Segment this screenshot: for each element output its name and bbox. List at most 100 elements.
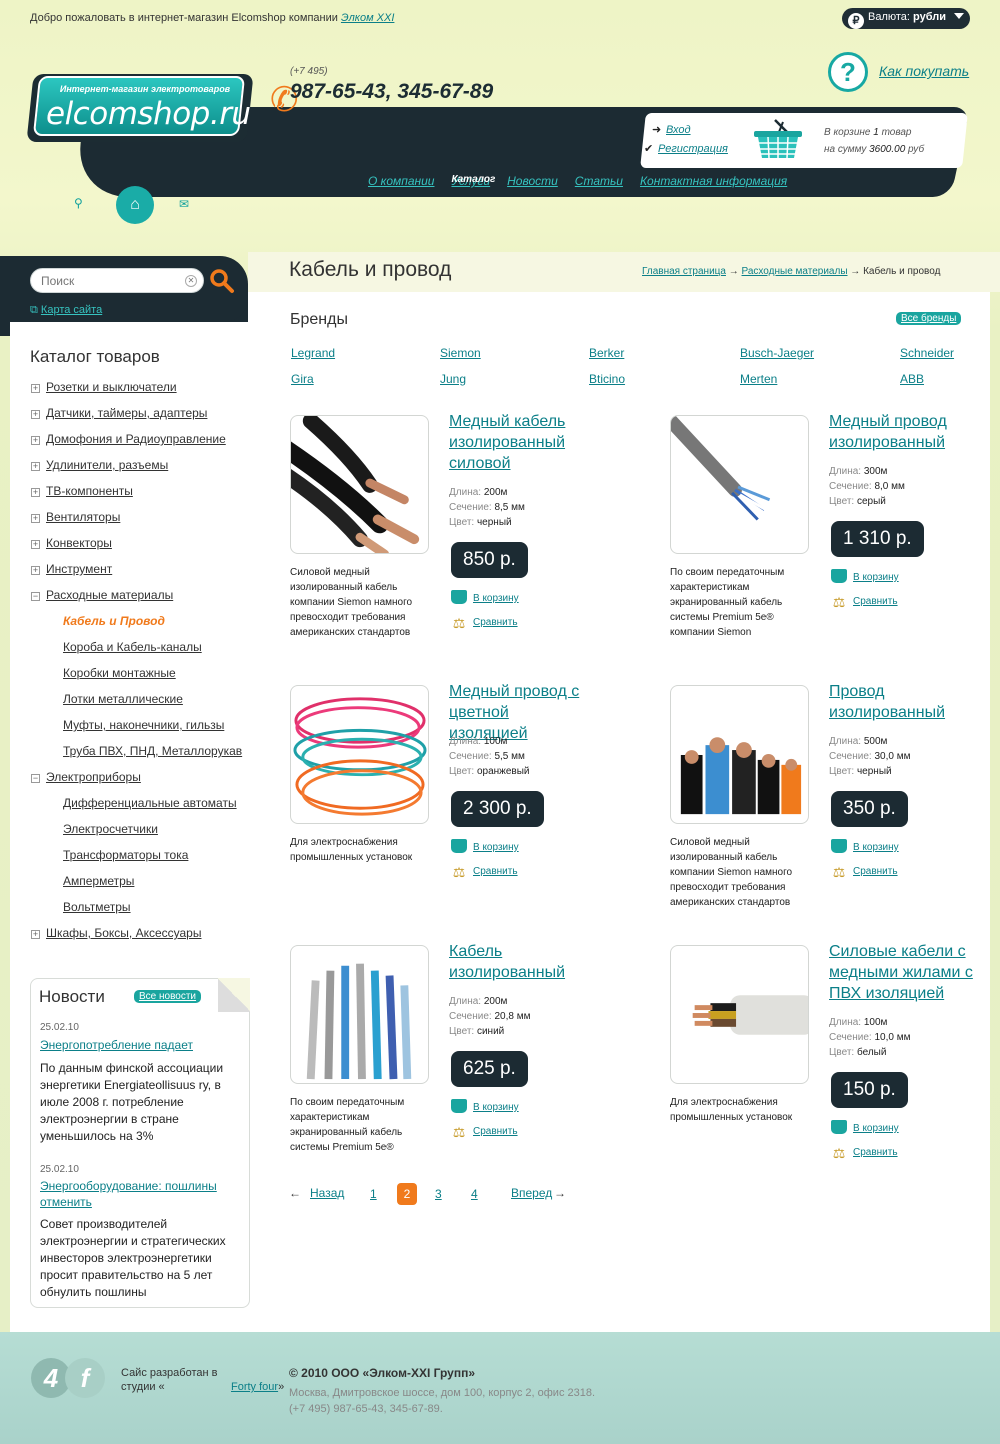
compare-link[interactable]: Сравнить [473, 866, 518, 877]
sidebar-item-label[interactable]: ТВ-компоненты [46, 484, 133, 498]
nav-catalog[interactable]: Каталог [451, 174, 495, 185]
sidebar-item[interactable]: + ТВ-компоненты [31, 484, 133, 498]
expand-icon[interactable]: + [31, 514, 40, 523]
sidebar-item[interactable]: Трансформаторы тока [63, 848, 188, 862]
pager-prev[interactable]: Назад [310, 1186, 344, 1200]
product-title[interactable]: Силовые кабели с медными жилами с ПВХ из… [829, 941, 979, 1004]
all-news-link[interactable]: Все новости [139, 991, 196, 1002]
sidebar-item[interactable]: − Расходные материалы [31, 588, 173, 602]
home-icon[interactable]: ⌂ [116, 186, 154, 224]
logo-name[interactable]: elcomshop.ru [46, 96, 251, 132]
nav-about[interactable]: О компании [368, 174, 434, 188]
add-to-cart-button[interactable]: В корзину [451, 839, 519, 853]
basket-icon[interactable] [753, 118, 803, 160]
product-title[interactable]: Провод изолированный [829, 681, 969, 723]
product-image[interactable] [290, 685, 429, 824]
collapse-icon[interactable]: − [31, 592, 40, 601]
sidebar-item[interactable]: Труба ПВХ, ПНД, Металлорукав [63, 744, 242, 758]
add-to-cart-link[interactable]: В корзину [473, 1102, 519, 1113]
brand-link[interactable]: Berker [589, 346, 624, 360]
nav-contacts[interactable]: Контактная информация [640, 174, 787, 188]
brand-link[interactable]: ABB [900, 372, 924, 386]
product-title[interactable]: Кабель изолированный [449, 941, 589, 983]
sidebar-item-label[interactable]: Кабель и Провод [63, 614, 165, 628]
sidebar-item-label[interactable]: Расходные материалы [46, 588, 173, 602]
brand-link[interactable]: Jung [440, 372, 466, 386]
product-image[interactable] [290, 415, 429, 554]
brand-link[interactable]: Legrand [291, 346, 335, 360]
sidebar-item[interactable]: Лотки металлические [63, 692, 183, 706]
sidebar-item[interactable]: + Конвекторы [31, 536, 112, 550]
add-to-cart-button[interactable]: В корзину [831, 1120, 899, 1134]
compare-button[interactable]: ⚖ Сравнить [831, 1146, 898, 1160]
sidebar-item-label[interactable]: Электросчетчики [63, 822, 158, 836]
help-icon[interactable]: ? [828, 52, 868, 92]
mail-icon[interactable]: ✉ [179, 197, 189, 211]
add-to-cart-button[interactable]: В корзину [831, 839, 899, 853]
sidebar-item[interactable]: Амперметры [63, 874, 134, 888]
sitemap-link[interactable]: Карта сайта [41, 304, 102, 316]
breadcrumb-consumables[interactable]: Расходные материалы [742, 266, 848, 277]
add-to-cart-button[interactable]: В корзину [451, 1099, 519, 1113]
sidebar-item-label[interactable]: Вольтметры [63, 900, 131, 914]
clear-icon[interactable]: ✕ [185, 275, 197, 287]
sidebar-item[interactable]: Муфты, наконечники, гильзы [63, 718, 224, 732]
sidebar-item[interactable]: Электросчетчики [63, 822, 158, 836]
brand-link[interactable]: Busch-Jaeger [740, 346, 814, 360]
sidebar-item[interactable]: + Домофония и Радиоуправление [31, 432, 226, 446]
sidebar-item-label[interactable]: Амперметры [63, 874, 134, 888]
search-button[interactable] [209, 268, 235, 294]
sidebar-item-label[interactable]: Шкафы, Боксы, Аксессуары [46, 926, 201, 940]
expand-icon[interactable]: + [31, 462, 40, 471]
sidebar-item-label[interactable]: Вентиляторы [46, 510, 120, 524]
add-to-cart-link[interactable]: В корзину [473, 593, 519, 604]
compare-link[interactable]: Сравнить [853, 1147, 898, 1158]
expand-icon[interactable]: + [31, 540, 40, 549]
compare-button[interactable]: ⚖ Сравнить [451, 616, 518, 630]
add-to-cart-button[interactable]: В корзину [451, 590, 519, 604]
sidebar-item-label[interactable]: Датчики, таймеры, адаптеры [46, 406, 207, 420]
sidebar-item-label[interactable]: Короба и Кабель-каналы [63, 640, 202, 654]
expand-icon[interactable]: + [31, 488, 40, 497]
studio-link[interactable]: Forty four [231, 1381, 278, 1393]
sidebar-item[interactable]: Короба и Кабель-каналы [63, 640, 202, 654]
all-news-button[interactable]: Все новости [134, 990, 202, 1003]
brand-link[interactable]: Merten [740, 372, 777, 386]
expand-icon[interactable]: + [31, 930, 40, 939]
pager-page-4[interactable]: 4 [471, 1187, 478, 1201]
compare-link[interactable]: Сравнить [853, 596, 898, 607]
all-brands-button[interactable]: Все бренды [896, 312, 962, 325]
product-title[interactable]: Медный кабель изолированный силовой [449, 411, 589, 474]
sidebar-item-label[interactable]: Дифференциальные автоматы [63, 796, 237, 810]
sidebar-item[interactable]: + Удлинители, разъемы [31, 458, 168, 472]
brand-link[interactable]: Gira [291, 372, 314, 386]
sidebar-item-label[interactable]: Лотки металлические [63, 692, 183, 706]
product-image[interactable] [670, 415, 809, 554]
expand-icon[interactable]: + [31, 410, 40, 419]
sidebar-item[interactable]: + Шкафы, Боксы, Аксессуары [31, 926, 201, 940]
add-to-cart-link[interactable]: В корзину [473, 842, 519, 853]
company-link[interactable]: Элком XXI [341, 12, 394, 24]
sidebar-item-label[interactable]: Муфты, наконечники, гильзы [63, 718, 224, 732]
how-to-buy-link[interactable]: Как покупать [879, 63, 969, 79]
sidebar-item[interactable]: Дифференциальные автоматы [63, 796, 237, 810]
expand-icon[interactable]: + [31, 436, 40, 445]
compare-button[interactable]: ⚖ Сравнить [831, 865, 898, 879]
add-to-cart-link[interactable]: В корзину [853, 572, 899, 583]
search-input[interactable] [30, 268, 204, 293]
sidebar-item-label[interactable]: Трансформаторы тока [63, 848, 188, 862]
sidebar-item[interactable]: + Инструмент [31, 562, 112, 576]
news-link[interactable]: Энергооборудование: пошлины отменить [40, 1178, 225, 1210]
compare-button[interactable]: ⚖ Сравнить [451, 1125, 518, 1139]
expand-icon[interactable]: + [31, 384, 40, 393]
sidebar-item[interactable]: + Датчики, таймеры, адаптеры [31, 406, 207, 420]
product-title[interactable]: Медный провод изолированный [829, 411, 969, 453]
add-to-cart-button[interactable]: В корзину [831, 569, 899, 583]
sidebar-item-label[interactable]: Розетки и выключатели [46, 380, 177, 394]
product-image[interactable] [670, 945, 809, 1084]
product-image[interactable] [290, 945, 429, 1084]
add-to-cart-link[interactable]: В корзину [853, 1123, 899, 1134]
compare-link[interactable]: Сравнить [853, 866, 898, 877]
login-link[interactable]: Вход [666, 124, 691, 136]
sidebar-item-label[interactable]: Коробки монтажные [63, 666, 176, 680]
